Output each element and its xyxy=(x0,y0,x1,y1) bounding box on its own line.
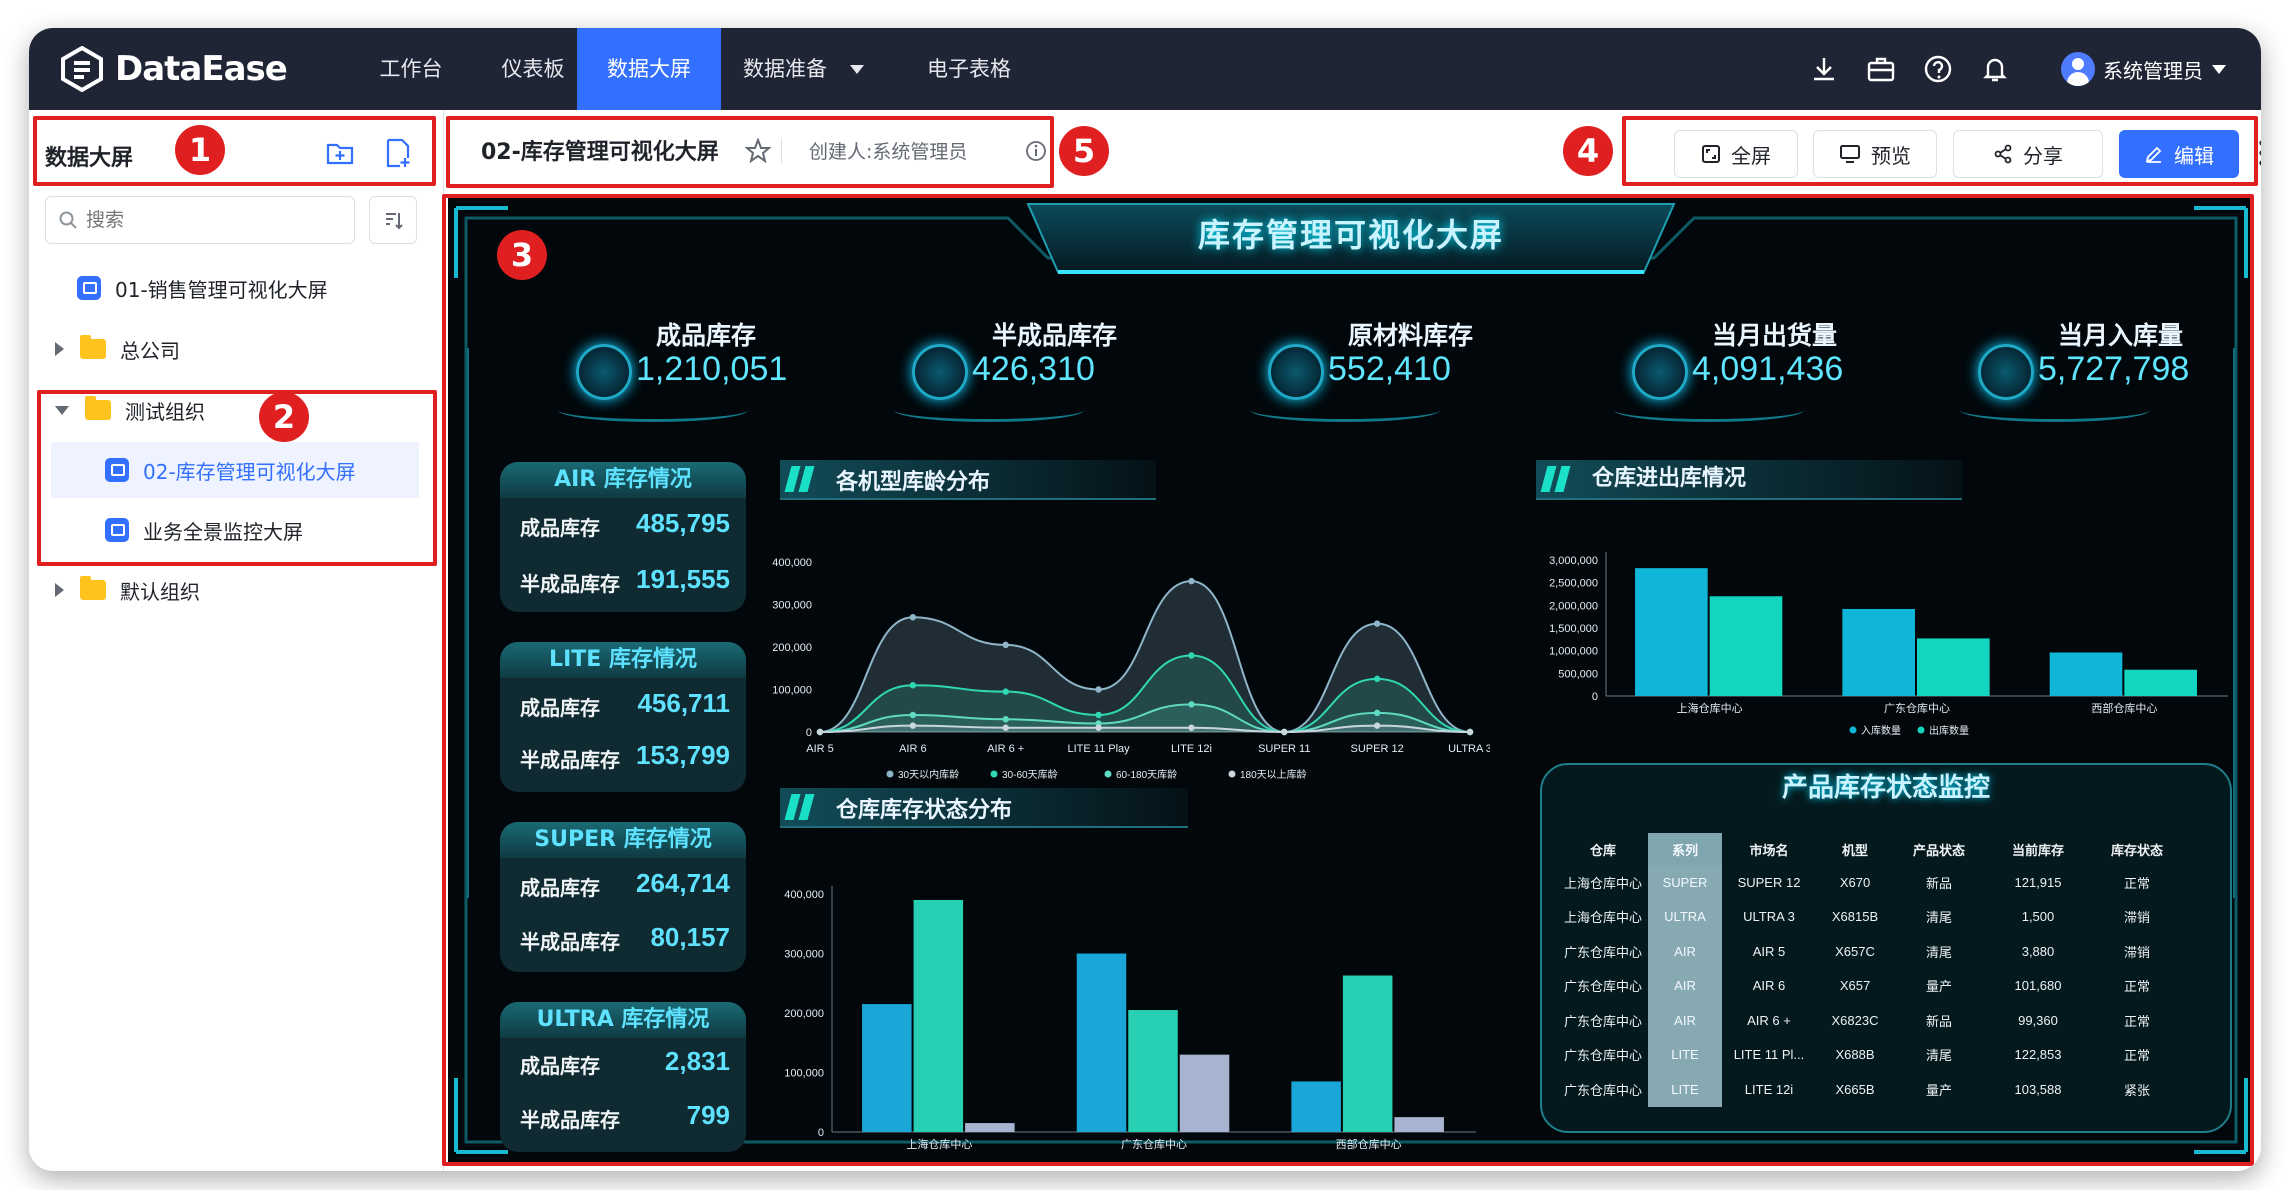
dataease-logo-icon xyxy=(61,46,103,92)
bell-icon[interactable] xyxy=(1980,54,2010,84)
chevron-down-icon xyxy=(2212,65,2226,74)
briefcase-icon[interactable] xyxy=(1866,54,1896,84)
nav-item-dashboard[interactable]: 仪表板 xyxy=(485,28,581,110)
tree-item-sales-screen[interactable]: 01-销售管理可视化大屏 xyxy=(29,260,443,316)
tree-item-label: 默认组织 xyxy=(120,579,200,604)
avatar xyxy=(2061,52,2095,86)
chevron-down-icon xyxy=(850,65,864,74)
folder-icon xyxy=(80,576,106,600)
nav-item-dataprep-label: 数据准备 xyxy=(743,57,827,81)
annotation-box-3 xyxy=(442,194,2254,1166)
tree-item-label: 01-销售管理可视化大屏 xyxy=(115,277,328,302)
annotation-badge-4: 4 xyxy=(1563,126,1613,176)
caret-right-icon[interactable] xyxy=(55,583,64,597)
search-input[interactable] xyxy=(86,209,326,231)
logo[interactable]: DataEase xyxy=(59,44,288,94)
tree-folder-head-office[interactable]: 总公司 xyxy=(29,321,443,377)
annotation-box-5 xyxy=(446,116,1054,188)
annotation-badge-2: 2 xyxy=(259,392,309,442)
app-window: DataEase 工作台 仪表板 数据大屏 数据准备 电子表格 系统管理员 数据… xyxy=(29,28,2261,1171)
nav-item-datascreen[interactable]: 数据大屏 xyxy=(577,28,721,110)
nav-item-dataprep[interactable]: 数据准备 xyxy=(743,28,853,110)
search-icon xyxy=(59,211,77,229)
annotation-badge-3: 3 xyxy=(497,230,547,280)
download-icon[interactable] xyxy=(1809,54,1839,84)
sidebar: 数据大屏 01-销售管理可视化大屏 总公司 测试组织 02-库存管理可视化大屏 xyxy=(29,110,444,1171)
sort-icon xyxy=(386,213,403,230)
caret-right-icon[interactable] xyxy=(55,342,64,356)
nav-item-spreadsheet[interactable]: 电子表格 xyxy=(909,28,1029,110)
annotation-box-1 xyxy=(33,116,436,186)
user-name: 系统管理员 xyxy=(2103,58,2203,83)
help-icon[interactable] xyxy=(1923,54,1953,84)
folder-icon xyxy=(80,335,106,359)
top-nav: DataEase 工作台 仪表板 数据大屏 数据准备 电子表格 系统管理员 xyxy=(29,28,2261,110)
logo-text: DataEase xyxy=(115,49,288,89)
annotation-badge-5: 5 xyxy=(1059,126,1109,176)
annotation-box-4 xyxy=(1622,116,2258,186)
annotation-box-2 xyxy=(37,390,437,566)
user-menu[interactable]: 系统管理员 xyxy=(2061,50,2227,88)
sort-button[interactable] xyxy=(369,196,417,244)
nav-item-workbench[interactable]: 工作台 xyxy=(363,28,459,110)
tree-item-label: 总公司 xyxy=(120,338,180,363)
search-box xyxy=(45,196,355,244)
screen-icon xyxy=(77,276,101,300)
annotation-badge-1: 1 xyxy=(175,125,225,175)
tree-folder-default-org[interactable]: 默认组织 xyxy=(29,562,443,618)
